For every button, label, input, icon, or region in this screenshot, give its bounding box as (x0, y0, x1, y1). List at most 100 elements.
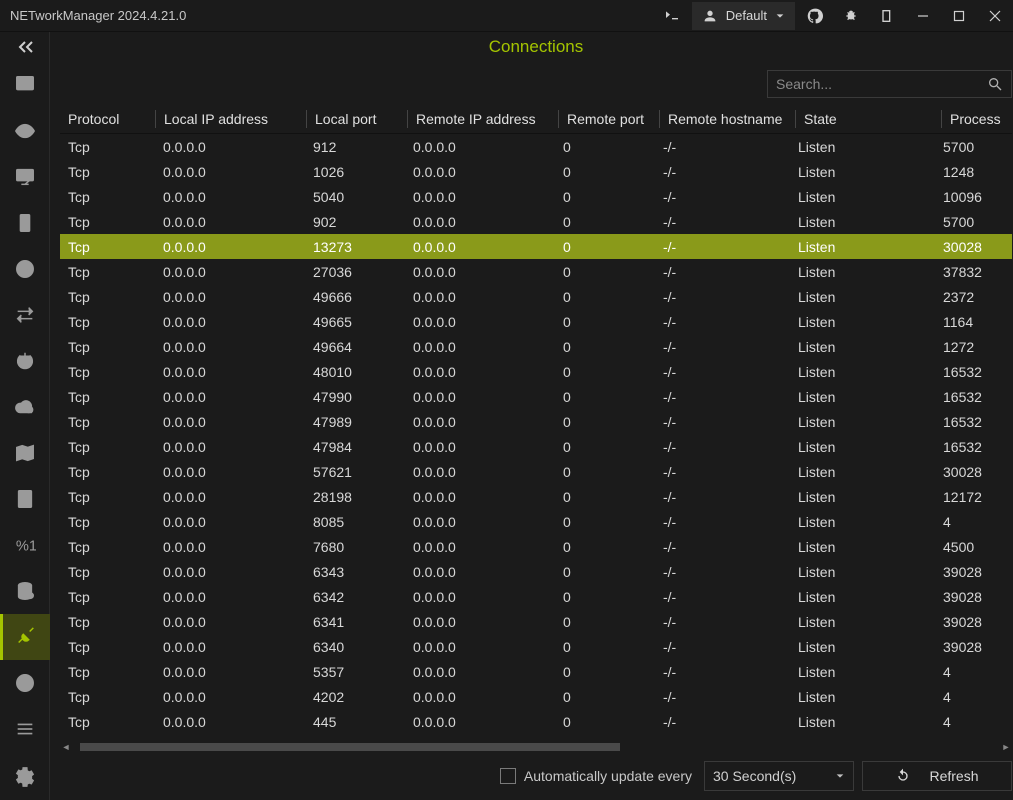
cell: 0.0.0.0 (155, 364, 305, 380)
cell: Listen (790, 589, 935, 605)
sidebar-item-analyze[interactable] (0, 62, 50, 108)
sidebar-item-db[interactable] (0, 568, 50, 614)
close-button[interactable] (977, 0, 1013, 32)
table-row[interactable]: Tcp0.0.0.053570.0.0.00-/-Listen4 (60, 659, 1012, 684)
cell: 0.0.0.0 (405, 539, 555, 555)
table-row[interactable]: Tcp0.0.0.063420.0.0.00-/-Listen39028 (60, 584, 1012, 609)
cell: -/- (655, 489, 790, 505)
cell: 445 (305, 714, 405, 730)
table-body[interactable]: Tcp0.0.0.09120.0.0.00-/-Listen5700Tcp0.0… (60, 134, 1012, 742)
table-row[interactable]: Tcp0.0.0.0496660.0.0.00-/-Listen2372 (60, 284, 1012, 309)
cell: 0.0.0.0 (405, 614, 555, 630)
table-row[interactable]: Tcp0.0.0.063430.0.0.00-/-Listen39028 (60, 559, 1012, 584)
table-row[interactable]: Tcp0.0.0.042020.0.0.00-/-Listen4 (60, 684, 1012, 709)
search-box[interactable] (767, 70, 1012, 98)
horizontal-scrollbar[interactable]: ◄ ► (60, 742, 1012, 752)
cell: Tcp (60, 139, 155, 155)
cell: Listen (790, 264, 935, 280)
header-local-ip[interactable]: Local IP address (156, 111, 306, 127)
cell: 0.0.0.0 (405, 564, 555, 580)
table-row[interactable]: Tcp0.0.0.0281980.0.0.00-/-Listen12172 (60, 484, 1012, 509)
cell: Listen (790, 689, 935, 705)
hamburger-toggle[interactable] (0, 32, 49, 62)
cell: -/- (655, 164, 790, 180)
cell: 16532 (935, 414, 1005, 430)
table-row[interactable]: Tcp0.0.0.09020.0.0.00-/-Listen5700 (60, 209, 1012, 234)
cell: Tcp (60, 639, 155, 655)
table-row[interactable]: Tcp0.0.0.0479900.0.0.00-/-Listen16532 (60, 384, 1012, 409)
analyze-icon (14, 74, 36, 96)
cell: 39028 (935, 589, 1005, 605)
github-icon[interactable] (797, 0, 833, 32)
minimize-button[interactable] (905, 0, 941, 32)
scroll-thumb[interactable] (80, 743, 620, 751)
table-row[interactable]: Tcp0.0.0.0270360.0.0.00-/-Listen37832 (60, 259, 1012, 284)
interval-dropdown[interactable]: 30 Second(s) (704, 761, 854, 791)
maximize-button[interactable] (941, 0, 977, 32)
cell: 0 (555, 639, 655, 655)
sidebar-item-menu2[interactable] (0, 706, 50, 752)
search-input[interactable] (776, 76, 987, 92)
cell: 4 (935, 714, 1005, 730)
table-row[interactable]: Tcp0.0.0.0480100.0.0.00-/-Listen16532 (60, 359, 1012, 384)
sidebar-item-history[interactable] (0, 246, 50, 292)
profile-dropdown[interactable]: Default (692, 2, 795, 30)
table-row[interactable]: Tcp0.0.0.0132730.0.0.00-/-Listen30028 (60, 234, 1012, 259)
settings-icon[interactable] (0, 754, 50, 800)
table-row[interactable]: Tcp0.0.0.010260.0.0.00-/-Listen1248 (60, 159, 1012, 184)
cell: Listen (790, 664, 935, 680)
cell: 0.0.0.0 (155, 164, 305, 180)
cell: 5700 (935, 214, 1005, 230)
table-row[interactable]: Tcp0.0.0.063400.0.0.00-/-Listen39028 (60, 634, 1012, 659)
sidebar-item-eye[interactable] (0, 108, 50, 154)
docs-icon[interactable] (869, 0, 905, 32)
sidebar-item-calc[interactable] (0, 476, 50, 522)
header-state[interactable]: State (796, 111, 941, 127)
table-row[interactable]: Tcp0.0.0.0479840.0.0.00-/-Listen16532 (60, 434, 1012, 459)
sidebar-item-map[interactable] (0, 430, 50, 476)
cell: 6342 (305, 589, 405, 605)
header-remote-host[interactable]: Remote hostname (660, 111, 795, 127)
sidebar-item-swap[interactable] (0, 292, 50, 338)
table-row[interactable]: Tcp0.0.0.080850.0.0.00-/-Listen4 (60, 509, 1012, 534)
table-row[interactable]: Tcp0.0.0.0479890.0.0.00-/-Listen16532 (60, 409, 1012, 434)
sidebar-item-percent[interactable]: %1 (0, 522, 50, 568)
header-local-port[interactable]: Local port (307, 111, 407, 127)
cloud-icon (14, 396, 36, 418)
cell: Listen (790, 639, 935, 655)
table-row[interactable]: Tcp0.0.0.0496650.0.0.00-/-Listen1164 (60, 309, 1012, 334)
auto-update-checkbox[interactable] (500, 768, 516, 784)
scroll-right-icon[interactable]: ► (1000, 742, 1012, 752)
cell: -/- (655, 189, 790, 205)
header-process[interactable]: Process (942, 111, 1012, 127)
cell: 0.0.0.0 (155, 139, 305, 155)
cell: Listen (790, 239, 935, 255)
table-row[interactable]: Tcp0.0.0.0576210.0.0.00-/-Listen30028 (60, 459, 1012, 484)
cell: 0.0.0.0 (405, 439, 555, 455)
table-row[interactable]: Tcp0.0.0.04450.0.0.00-/-Listen4 (60, 709, 1012, 734)
table-row[interactable]: Tcp0.0.0.050400.0.0.00-/-Listen10096 (60, 184, 1012, 209)
table-row[interactable]: Tcp0.0.0.0496640.0.0.00-/-Listen1272 (60, 334, 1012, 359)
refresh-button[interactable]: Refresh (862, 761, 1012, 791)
sidebar-item-plug[interactable] (0, 614, 50, 660)
bug-icon[interactable] (833, 0, 869, 32)
cell: 0.0.0.0 (405, 414, 555, 430)
table-header[interactable]: Protocol Local IP address Local port Rem… (60, 104, 1012, 134)
table-row[interactable]: Tcp0.0.0.09120.0.0.00-/-Listen5700 (60, 134, 1012, 159)
console-icon[interactable] (654, 0, 690, 32)
table-row[interactable]: Tcp0.0.0.076800.0.0.00-/-Listen4500 (60, 534, 1012, 559)
sidebar-item-cloud[interactable] (0, 384, 50, 430)
sidebar-item-server[interactable] (0, 200, 50, 246)
profile-label: Default (726, 8, 767, 23)
header-remote-ip[interactable]: Remote IP address (408, 111, 558, 127)
refresh-label: Refresh (929, 768, 978, 784)
sidebar-item-power[interactable] (0, 338, 50, 384)
sidebar-item-monitor[interactable] (0, 154, 50, 200)
scroll-left-icon[interactable]: ◄ (60, 742, 72, 752)
header-remote-port[interactable]: Remote port (559, 111, 659, 127)
cell: -/- (655, 239, 790, 255)
header-protocol[interactable]: Protocol (60, 111, 155, 127)
sidebar-item-globe[interactable] (0, 660, 50, 706)
sidebar: %1 (0, 32, 50, 800)
table-row[interactable]: Tcp0.0.0.063410.0.0.00-/-Listen39028 (60, 609, 1012, 634)
